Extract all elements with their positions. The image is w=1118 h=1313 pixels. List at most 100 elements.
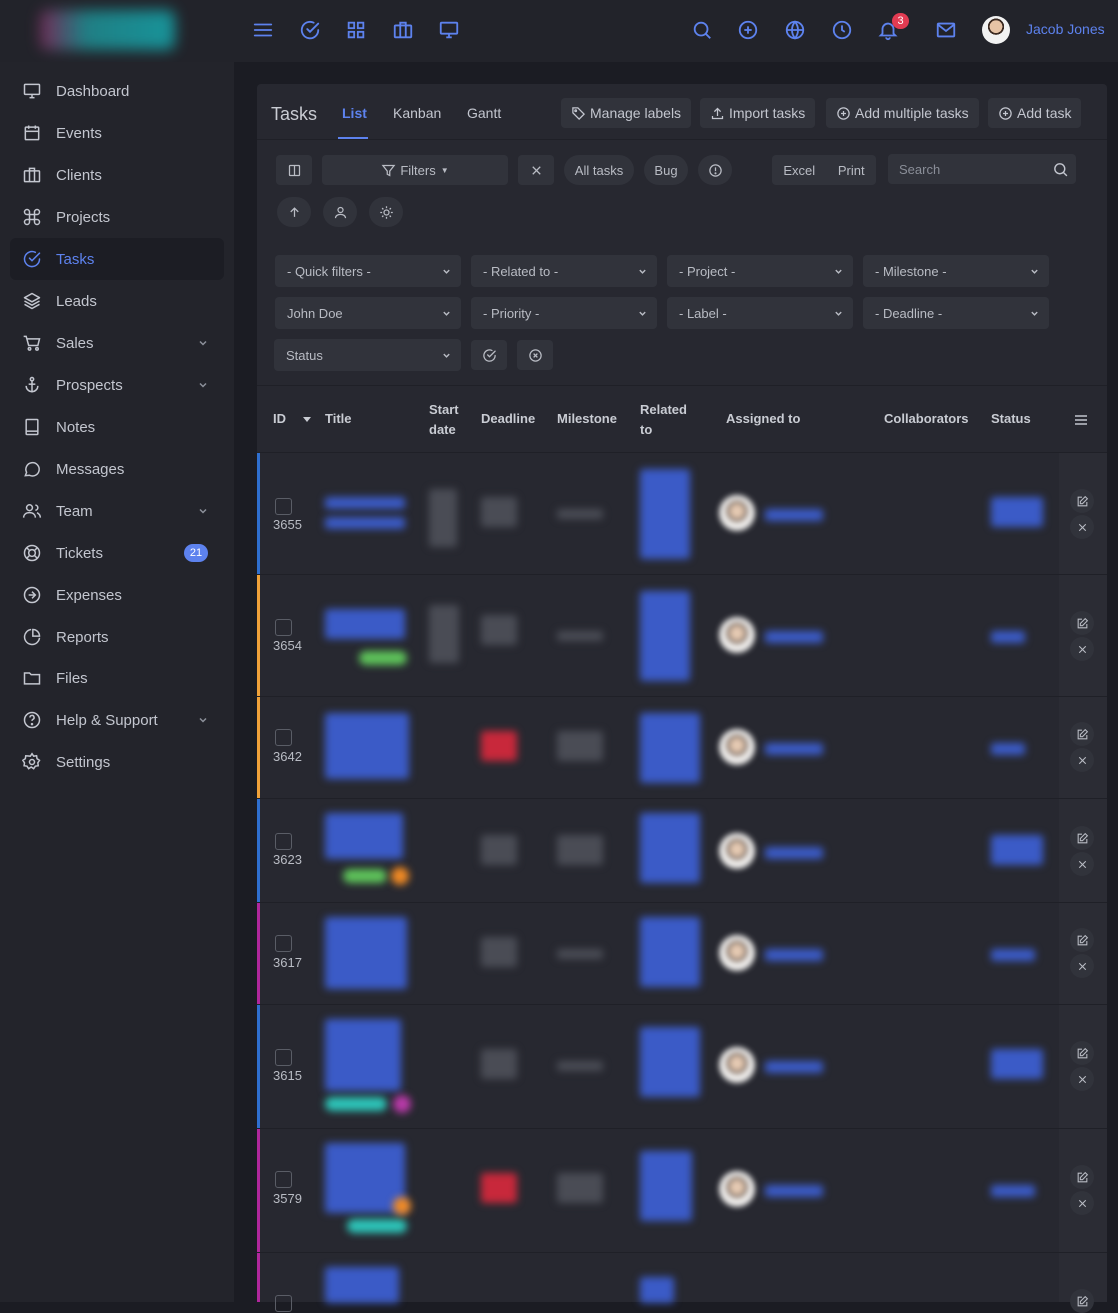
related-to[interactable]: [640, 1027, 700, 1097]
edit-icon[interactable]: [1070, 611, 1094, 635]
sidebar-item-tickets[interactable]: Tickets 21: [10, 532, 224, 574]
excel-button[interactable]: Excel: [783, 163, 815, 178]
delete-icon[interactable]: [1070, 748, 1094, 772]
status-value[interactable]: [991, 949, 1035, 961]
all-tasks-filter[interactable]: All tasks: [564, 155, 634, 185]
related-to[interactable]: [640, 591, 690, 681]
edit-icon[interactable]: [1070, 1041, 1094, 1065]
row-checkbox[interactable]: [275, 833, 292, 850]
print-button[interactable]: Print: [838, 163, 865, 178]
related-to-select[interactable]: - Related to -: [471, 255, 657, 287]
sort-up-button[interactable]: [277, 197, 311, 227]
column-header-milestone[interactable]: Milestone: [557, 409, 617, 429]
column-header-collaborators[interactable]: Collaborators: [884, 409, 969, 429]
apply-filter-button[interactable]: [471, 340, 507, 370]
delete-icon[interactable]: [1070, 1067, 1094, 1091]
edit-icon[interactable]: [1070, 1165, 1094, 1189]
app-logo[interactable]: [40, 10, 175, 50]
table-row[interactable]: 3579: [257, 1128, 1107, 1252]
status-value[interactable]: [991, 835, 1043, 865]
delete-icon[interactable]: [1070, 852, 1094, 876]
add-multiple-tasks-button[interactable]: Add multiple tasks: [826, 98, 979, 128]
monitor-icon[interactable]: [438, 19, 460, 41]
task-title[interactable]: [325, 497, 405, 509]
task-title[interactable]: [325, 917, 407, 989]
add-task-button[interactable]: Add task: [988, 98, 1082, 128]
edit-icon[interactable]: [1070, 1289, 1094, 1313]
status-value[interactable]: [991, 1049, 1043, 1079]
assignee-name[interactable]: [765, 1185, 823, 1197]
column-header-title[interactable]: Title: [325, 409, 352, 429]
theme-toggle-button[interactable]: [369, 197, 403, 227]
search-icon[interactable]: [1052, 161, 1069, 178]
chevron-down-icon[interactable]: [198, 338, 208, 348]
tab-kanban[interactable]: Kanban: [393, 105, 441, 121]
related-to[interactable]: [640, 1151, 692, 1221]
project-select[interactable]: - Project -: [667, 255, 853, 287]
status-value[interactable]: [991, 631, 1025, 643]
check-circle-icon[interactable]: [299, 19, 321, 41]
search-input[interactable]: [888, 154, 1076, 184]
manage-labels-button[interactable]: Manage labels: [561, 98, 692, 128]
column-options-icon[interactable]: [1074, 414, 1088, 426]
delete-icon[interactable]: [1070, 954, 1094, 978]
my-tasks-button[interactable]: [323, 197, 357, 227]
assignee-name[interactable]: [765, 631, 823, 643]
row-checkbox[interactable]: [275, 729, 292, 746]
row-checkbox[interactable]: [275, 1295, 292, 1312]
row-checkbox[interactable]: [275, 1171, 292, 1188]
plus-circle-icon[interactable]: [737, 19, 759, 41]
column-header-start-date[interactable]: Start date: [429, 400, 469, 440]
tab-list[interactable]: List: [342, 105, 367, 121]
assignee-select[interactable]: John Doe: [275, 297, 461, 329]
globe-icon[interactable]: [784, 19, 806, 41]
edit-icon[interactable]: [1070, 826, 1094, 850]
cancel-filter-button[interactable]: [517, 340, 553, 370]
briefcase-icon[interactable]: [392, 19, 414, 41]
status-select[interactable]: Status: [274, 339, 461, 371]
sidebar-item-clients[interactable]: Clients: [10, 154, 224, 196]
sort-desc-icon[interactable]: [303, 417, 311, 422]
table-row[interactable]: 3654: [257, 574, 1107, 696]
delete-icon[interactable]: [1070, 1191, 1094, 1215]
task-title[interactable]: [325, 517, 405, 529]
edit-icon[interactable]: [1070, 928, 1094, 952]
delete-icon[interactable]: [1070, 637, 1094, 661]
bug-filter[interactable]: Bug: [644, 155, 688, 185]
sidebar-item-notes[interactable]: Notes: [10, 406, 224, 448]
sidebar-item-projects[interactable]: Projects: [10, 196, 224, 238]
task-title[interactable]: [325, 1019, 401, 1091]
related-to[interactable]: [640, 1277, 674, 1303]
table-row[interactable]: 3623: [257, 798, 1107, 902]
column-header-assigned-to[interactable]: Assigned to: [726, 409, 800, 429]
sidebar-item-expenses[interactable]: Expenses: [10, 574, 224, 616]
row-checkbox[interactable]: [275, 1049, 292, 1066]
task-title[interactable]: [325, 713, 409, 779]
sidebar-item-reports[interactable]: Reports: [10, 616, 224, 658]
related-to[interactable]: [640, 469, 690, 559]
task-title[interactable]: [325, 1267, 399, 1303]
clear-filters-button[interactable]: [518, 155, 554, 185]
assignee-name[interactable]: [765, 949, 823, 961]
sidebar-item-messages[interactable]: Messages: [10, 448, 224, 490]
user-name[interactable]: Jacob Jones: [1026, 21, 1105, 37]
menu-icon[interactable]: [252, 19, 274, 41]
row-checkbox[interactable]: [275, 935, 292, 952]
columns-toggle-button[interactable]: [276, 155, 312, 185]
assignee-name[interactable]: [765, 743, 823, 755]
sidebar-item-prospects[interactable]: Prospects: [10, 364, 224, 406]
chevron-down-icon[interactable]: [198, 715, 208, 725]
related-to[interactable]: [640, 813, 700, 883]
chevron-down-icon[interactable]: [198, 380, 208, 390]
column-header-status[interactable]: Status: [991, 409, 1031, 429]
row-checkbox[interactable]: [275, 619, 292, 636]
task-title[interactable]: [325, 813, 403, 859]
sidebar-item-sales[interactable]: Sales: [10, 322, 224, 364]
related-to[interactable]: [640, 917, 700, 987]
table-row[interactable]: 3615: [257, 1004, 1107, 1128]
filters-dropdown[interactable]: Filters ▼: [322, 155, 508, 185]
mail-icon[interactable]: [935, 19, 957, 41]
column-header-id[interactable]: ID: [273, 409, 286, 429]
column-header-deadline[interactable]: Deadline: [481, 409, 535, 429]
assignee-name[interactable]: [765, 1061, 823, 1073]
